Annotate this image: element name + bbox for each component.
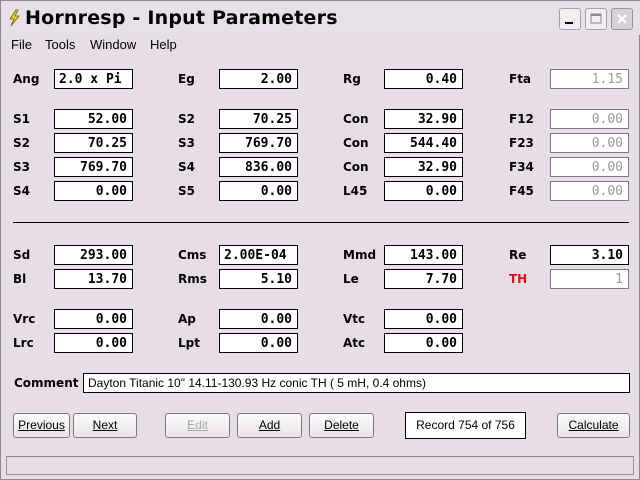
param-field-f45-19: 0.00: [550, 181, 629, 201]
param-label-fta-3: Fta: [509, 72, 532, 86]
param-field-rg-2[interactable]: 0.40: [384, 69, 463, 89]
param-field-f34-15: 0.00: [550, 157, 629, 177]
param-field-re-23[interactable]: 3.10: [550, 245, 629, 265]
param-field-f12-7: 0.00: [550, 109, 629, 129]
param-field-eg-1[interactable]: 2.00: [219, 69, 298, 89]
minimize-icon: [565, 22, 573, 24]
param-label-le-26: Le: [343, 272, 359, 286]
param-label-re-23: Re: [509, 248, 527, 262]
param-field-con-6[interactable]: 32.90: [384, 109, 463, 129]
close-icon: [617, 14, 627, 24]
param-field-con-10[interactable]: 544.40: [384, 133, 463, 153]
param-label-f12-7: F12: [509, 112, 534, 126]
param-label-s2-8: S2: [13, 136, 30, 150]
param-field-vtc-30[interactable]: 0.00: [384, 309, 463, 329]
param-field-vrc-28[interactable]: 0.00: [54, 309, 133, 329]
menu-tools[interactable]: Tools: [45, 37, 75, 52]
param-field-rms-25[interactable]: 5.10: [219, 269, 298, 289]
param-label-s4-16: S4: [13, 184, 30, 198]
close-button[interactable]: [611, 8, 633, 30]
param-label-atc-33: Atc: [343, 336, 366, 350]
param-label-s4-13: S4: [178, 160, 195, 174]
param-label-ang-0: Ang: [13, 72, 40, 86]
section-divider: [13, 222, 629, 223]
param-label-lrc-31: Lrc: [13, 336, 34, 350]
param-label-s5-17: S5: [178, 184, 195, 198]
param-label-rms-25: Rms: [178, 272, 207, 286]
param-label-mmd-22: Mmd: [343, 248, 377, 262]
param-field-s1-4[interactable]: 52.00: [54, 109, 133, 129]
param-label-l45-18: L45: [343, 184, 368, 198]
next-button[interactable]: Next: [73, 413, 137, 438]
param-label-cms-21: Cms: [178, 248, 207, 262]
record-indicator: Record 754 of 756: [405, 412, 526, 439]
param-label-vtc-30: Vtc: [343, 312, 366, 326]
param-field-ap-29[interactable]: 0.00: [219, 309, 298, 329]
param-field-s2-8[interactable]: 70.25: [54, 133, 133, 153]
menu-window[interactable]: Window: [90, 37, 136, 52]
param-field-lpt-32[interactable]: 0.00: [219, 333, 298, 353]
menu-help[interactable]: Help: [150, 37, 177, 52]
comment-field[interactable]: Dayton Titanic 10" 14.11-130.93 Hz conic…: [83, 373, 630, 393]
param-label-ap-29: Ap: [178, 312, 196, 326]
param-field-lrc-31[interactable]: 0.00: [54, 333, 133, 353]
minimize-button[interactable]: [559, 8, 581, 30]
param-label-lpt-32: Lpt: [178, 336, 200, 350]
param-field-fta-3: 1.15: [550, 69, 629, 89]
calculate-button[interactable]: Calculate: [557, 413, 630, 438]
comment-label: Comment: [14, 376, 79, 390]
delete-button[interactable]: Delete: [309, 413, 374, 438]
param-field-s2-5[interactable]: 70.25: [219, 109, 298, 129]
previous-button[interactable]: Previous: [13, 413, 70, 438]
param-label-s3-9: S3: [178, 136, 195, 150]
param-label-s2-5: S2: [178, 112, 195, 126]
app-lightning-icon: [9, 9, 20, 27]
maximize-button[interactable]: [585, 8, 607, 30]
param-label-f23-11: F23: [509, 136, 534, 150]
hornresp-window: Hornresp - Input Parameters File Tools W…: [0, 0, 640, 480]
param-label-s1-4: S1: [13, 112, 30, 126]
param-field-l45-18[interactable]: 0.00: [384, 181, 463, 201]
status-bar: [6, 456, 634, 475]
title-bar: Hornresp - Input Parameters: [1, 1, 640, 35]
param-label-bl-24: Bl: [13, 272, 27, 286]
param-label-sd-20: Sd: [13, 248, 31, 262]
window-title: Hornresp - Input Parameters: [25, 7, 338, 29]
param-field-cms-21[interactable]: 2.00E-04: [219, 245, 298, 265]
param-field-s3-12[interactable]: 769.70: [54, 157, 133, 177]
menu-file[interactable]: File: [11, 37, 32, 52]
param-label-vrc-28: Vrc: [13, 312, 36, 326]
maximize-icon: [590, 13, 602, 24]
param-field-con-14[interactable]: 32.90: [384, 157, 463, 177]
add-button[interactable]: Add: [237, 413, 302, 438]
param-field-bl-24[interactable]: 13.70: [54, 269, 133, 289]
param-field-s5-17[interactable]: 0.00: [219, 181, 298, 201]
param-label-f45-19: F45: [509, 184, 534, 198]
param-field-atc-33[interactable]: 0.00: [384, 333, 463, 353]
param-label-con-10: Con: [343, 136, 369, 150]
param-label-th-27: TH: [509, 272, 528, 286]
menu-bar: File Tools Window Help: [1, 35, 640, 55]
param-label-s3-12: S3: [13, 160, 30, 174]
param-label-con-6: Con: [343, 112, 369, 126]
param-label-rg-2: Rg: [343, 72, 361, 86]
param-field-ang-0[interactable]: 2.0 x Pi: [54, 69, 133, 89]
param-field-th-27: 1: [550, 269, 629, 289]
param-label-eg-1: Eg: [178, 72, 195, 86]
param-field-sd-20[interactable]: 293.00: [54, 245, 133, 265]
param-field-s3-9[interactable]: 769.70: [219, 133, 298, 153]
param-field-mmd-22[interactable]: 143.00: [384, 245, 463, 265]
edit-button[interactable]: Edit: [165, 413, 230, 438]
param-label-f34-15: F34: [509, 160, 534, 174]
param-field-f23-11: 0.00: [550, 133, 629, 153]
param-field-s4-13[interactable]: 836.00: [219, 157, 298, 177]
param-label-con-14: Con: [343, 160, 369, 174]
param-field-le-26[interactable]: 7.70: [384, 269, 463, 289]
param-field-s4-16[interactable]: 0.00: [54, 181, 133, 201]
